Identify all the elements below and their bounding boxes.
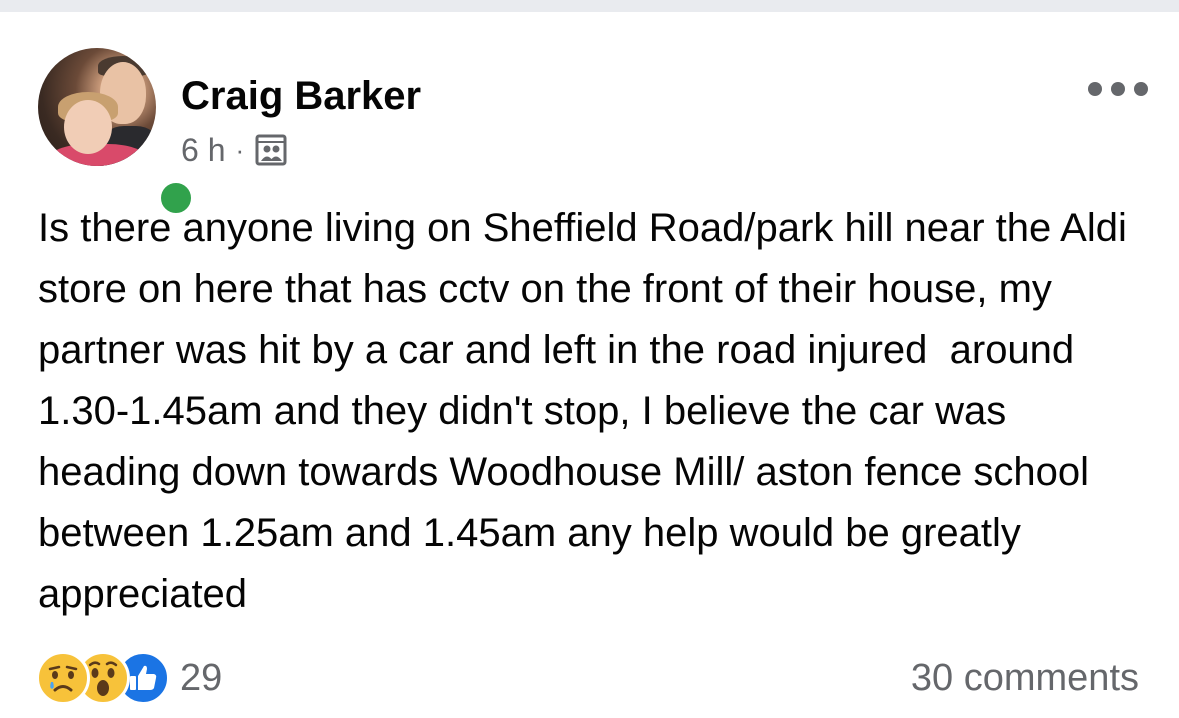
post-body-text: Is there anyone living on Sheffield Road…: [38, 206, 1138, 616]
avatar-photo: [38, 48, 156, 166]
author-avatar[interactable]: [38, 48, 196, 218]
group-audience-icon[interactable]: [254, 133, 288, 167]
more-options-button[interactable]: [1088, 76, 1148, 102]
reaction-count: 29: [180, 657, 223, 699]
meta-separator: ·: [235, 135, 245, 165]
sad-reaction-icon: [36, 651, 90, 705]
post-card: Craig Barker 6 h · Is there anyone livin…: [0, 12, 1179, 718]
reactions-summary[interactable]: 29: [36, 651, 223, 705]
post-meta: 6 h ·: [181, 130, 288, 170]
more-dot-icon: [1088, 82, 1102, 96]
post-time[interactable]: 6 h: [181, 130, 225, 170]
comments-count-link[interactable]: 30 comments: [911, 652, 1139, 704]
more-dot-icon: [1111, 82, 1125, 96]
author-name[interactable]: Craig Barker: [181, 72, 421, 120]
more-dot-icon: [1134, 82, 1148, 96]
top-divider: [0, 0, 1179, 12]
